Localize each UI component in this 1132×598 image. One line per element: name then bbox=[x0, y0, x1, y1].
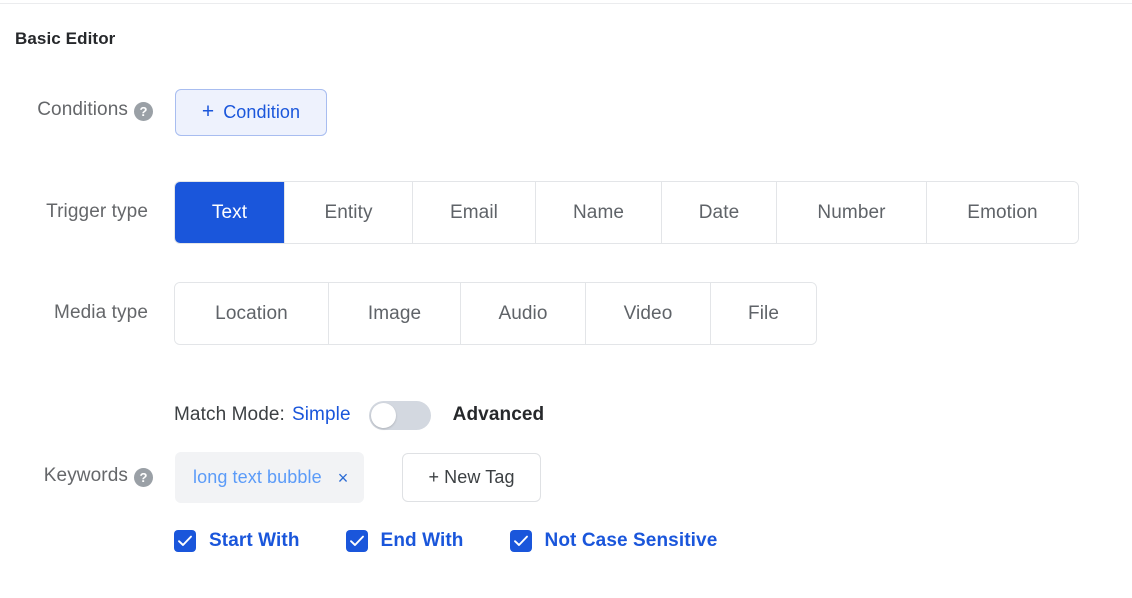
tab-trigger-label: Email bbox=[449, 201, 498, 223]
tab-trigger-date[interactable]: Date bbox=[662, 182, 777, 243]
tab-trigger-number[interactable]: Number bbox=[777, 182, 927, 243]
tab-media-video[interactable]: Video bbox=[586, 283, 711, 344]
add-condition-button[interactable]: + Condition bbox=[175, 89, 327, 136]
tab-trigger-label: Date bbox=[698, 201, 740, 223]
tab-trigger-label: Name bbox=[572, 201, 625, 223]
toggle-knob bbox=[370, 402, 396, 428]
tab-media-label: File bbox=[747, 302, 779, 324]
keyword-tag-label: long text bubble bbox=[193, 467, 322, 487]
tab-trigger-text[interactable]: Text bbox=[175, 182, 285, 243]
tab-trigger-name[interactable]: Name bbox=[536, 182, 662, 243]
checkbox-checked[interactable] bbox=[174, 530, 196, 552]
check-icon bbox=[513, 535, 528, 546]
tab-trigger-emotion[interactable]: Emotion bbox=[927, 182, 1078, 243]
tab-trigger-entity[interactable]: Entity bbox=[285, 182, 413, 243]
match-mode-advanced-label[interactable]: Advanced bbox=[453, 404, 545, 426]
tab-trigger-label: Number bbox=[817, 201, 886, 223]
tab-media-label: Location bbox=[215, 302, 288, 324]
match-mode-simple-label[interactable]: Simple bbox=[292, 404, 351, 426]
add-condition-label: Condition bbox=[223, 102, 301, 122]
tab-trigger-label: Text bbox=[211, 201, 248, 223]
match-mode-label: Match Mode: bbox=[174, 404, 285, 425]
tab-trigger-label: Emotion bbox=[967, 201, 1038, 223]
close-icon[interactable]: × bbox=[338, 469, 349, 487]
option-end-with[interactable]: End With bbox=[345, 530, 464, 552]
tab-media-image[interactable]: Image bbox=[329, 283, 461, 344]
option-start-with[interactable]: Start With bbox=[174, 530, 300, 552]
option-not-case-sensitive[interactable]: Not Case Sensitive bbox=[509, 530, 718, 552]
check-icon bbox=[349, 535, 364, 546]
option-label: End With bbox=[380, 530, 464, 551]
tab-media-label: Video bbox=[623, 302, 673, 324]
conditions-label: Conditions bbox=[37, 99, 128, 120]
top-divider bbox=[0, 3, 1132, 4]
tab-trigger-email[interactable]: Email bbox=[413, 182, 536, 243]
keywords-label: Keywords bbox=[43, 465, 128, 486]
tab-media-location[interactable]: Location bbox=[175, 283, 329, 344]
trigger-type-label: Trigger type bbox=[46, 201, 148, 222]
basic-editor-panel: Basic Editor Conditions ? + Condition Tr… bbox=[0, 0, 1132, 598]
tab-media-audio[interactable]: Audio bbox=[461, 283, 586, 344]
tab-media-label: Image bbox=[367, 302, 422, 324]
help-circle-icon[interactable]: ? bbox=[134, 102, 153, 121]
keyword-options-row: Start With End With Not Case Sensitive bbox=[174, 528, 717, 554]
option-label: Start With bbox=[209, 530, 300, 551]
trigger-type-tabs: Text Entity Email Name Date Number Emotion bbox=[174, 181, 1079, 244]
check-icon bbox=[178, 535, 192, 546]
tab-media-file[interactable]: File bbox=[711, 283, 816, 344]
keyword-tag[interactable]: long text bubble × bbox=[175, 452, 365, 503]
checkbox-checked[interactable] bbox=[345, 530, 368, 552]
new-tag-button[interactable]: + New Tag bbox=[402, 453, 541, 502]
match-mode-row: Match Mode: Simple Advanced bbox=[174, 400, 544, 430]
tab-media-label: Audio bbox=[498, 302, 548, 324]
media-type-tabs: Location Image Audio Video File bbox=[174, 282, 817, 345]
checkbox-checked[interactable] bbox=[509, 530, 532, 552]
match-mode-toggle[interactable] bbox=[368, 400, 431, 430]
tab-trigger-label: Entity bbox=[324, 201, 373, 223]
help-circle-icon[interactable]: ? bbox=[134, 468, 153, 487]
option-label: Not Case Sensitive bbox=[544, 530, 718, 551]
plus-icon: + bbox=[201, 100, 215, 123]
media-type-label: Media type bbox=[54, 302, 148, 323]
page-title: Basic Editor bbox=[15, 29, 116, 48]
